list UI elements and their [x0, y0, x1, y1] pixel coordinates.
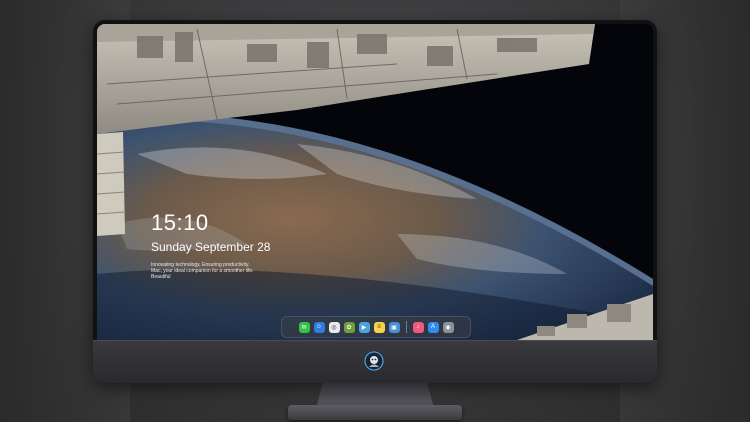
camera-icon[interactable]: ◉	[442, 321, 454, 333]
messages-icon[interactable]: ✉	[298, 321, 310, 333]
dock-separator	[405, 321, 407, 333]
monitor: 15:10 Sunday September 28 Innovating tec…	[93, 20, 657, 383]
tagline-text: Innovating technology. Ensuring producti…	[151, 262, 254, 280]
clock-date: Sunday September 28	[151, 240, 271, 254]
app-store-icon[interactable]: A	[427, 321, 439, 333]
safari-icon[interactable]: ◎	[328, 321, 340, 333]
desktop-screen: 15:10 Sunday September 28 Innovating tec…	[97, 24, 653, 340]
brand-logo-icon	[364, 351, 384, 371]
finder-icon[interactable]: ☺	[313, 321, 325, 333]
monitor-chin	[93, 340, 657, 383]
dock: ✉ ☺ ◎ ✿ ▶ ≡ ▣ ♪ A ◉	[281, 316, 471, 338]
video-editor-icon[interactable]: ▶	[358, 321, 370, 333]
clock-time: 15:10	[151, 210, 209, 235]
monitor-stand	[288, 405, 462, 420]
lock-clock: 15:10 Sunday September 28 Innovating tec…	[151, 210, 271, 281]
photos-icon[interactable]: ✿	[343, 321, 355, 333]
music-icon[interactable]: ♪	[412, 321, 424, 333]
earth-wallpaper	[97, 24, 653, 340]
preview-icon[interactable]: ▣	[388, 321, 400, 333]
notes-icon[interactable]: ≡	[373, 321, 385, 333]
